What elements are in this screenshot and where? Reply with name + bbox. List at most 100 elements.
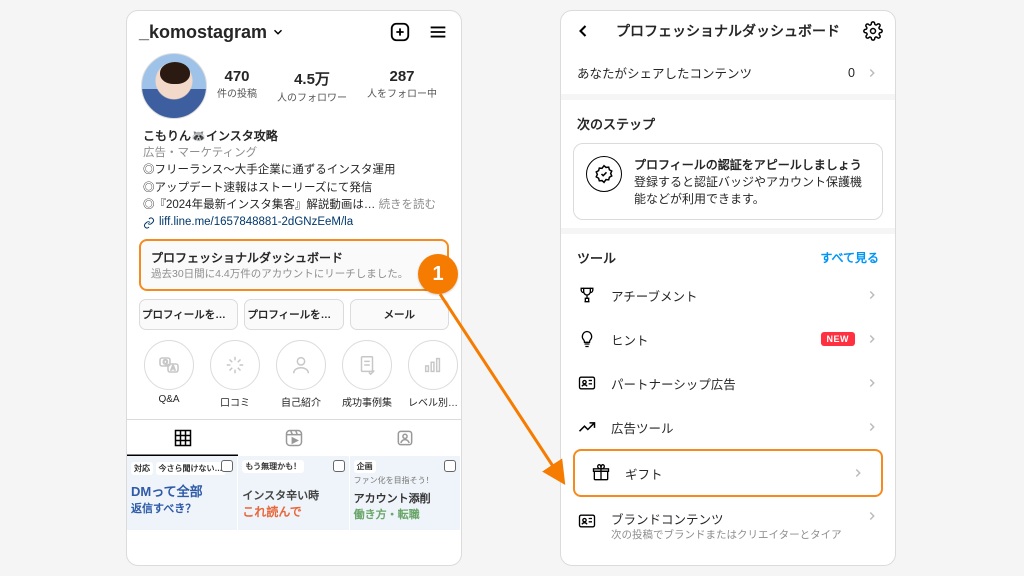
highlight-reviews[interactable]: 口コミ: [207, 340, 263, 409]
professional-dashboard-card[interactable]: プロフェッショナルダッシュボード 過去30日間に4.4万件のアカウントにリーチし…: [139, 239, 449, 291]
tools-label: ツール: [577, 248, 616, 267]
post-tag: もう無理かも！: [242, 460, 304, 473]
next-steps-header: 次のステップ: [561, 100, 895, 139]
share-profile-button[interactable]: プロフィールをシ…: [244, 299, 343, 330]
tool-adtools[interactable]: 広告ツール: [561, 405, 895, 449]
trophy-icon: [577, 285, 597, 305]
bio-link-text: liff.line.me/1657848881-2dGNzEeM/la: [159, 214, 353, 231]
highlight-success-label: 成功事例集: [342, 394, 392, 409]
back-icon[interactable]: [573, 21, 593, 41]
dashboard-screen: プロフェッショナルダッシュボード あなたがシェアしたコンテンツ 0 次のステップ…: [560, 10, 896, 566]
display-name: こもりん🦝インスタ攻略: [143, 127, 445, 145]
highlight-qa[interactable]: QA Q&A: [141, 340, 197, 409]
highlight-reviews-label: 口コミ: [220, 394, 250, 409]
chevron-right-icon: [865, 509, 879, 523]
step-badge-1-label: 1: [432, 263, 443, 286]
chevron-down-icon: [271, 25, 285, 39]
username-dropdown[interactable]: _komostagram: [139, 22, 285, 43]
person-card-icon: [577, 373, 597, 393]
svg-text:Q: Q: [163, 360, 168, 366]
edit-profile-button[interactable]: プロフィールを編集: [139, 299, 238, 330]
post-tag: 今さら聞けない…: [156, 462, 226, 475]
gear-icon[interactable]: [863, 21, 883, 41]
stat-posts[interactable]: 470 件の投稿: [217, 68, 257, 104]
post-thumb-2[interactable]: 企画 ファン化を目指そう！ アカウント添削 働き方・転職: [350, 456, 461, 530]
chevron-right-icon: [865, 332, 879, 346]
stat-followers-value: 4.5万: [277, 68, 347, 89]
bars-icon: [422, 354, 444, 376]
tab-grid[interactable]: [127, 420, 238, 456]
bio-block: こもりん🦝インスタ攻略 広告・マーケティング ◎フリーランス〜大手企業に通ずるイ…: [127, 123, 461, 233]
mail-button[interactable]: メール: [350, 299, 449, 330]
story-highlights: QA Q&A 口コミ 自己紹介 成功事例集 レベル別…: [127, 330, 461, 413]
stat-posts-value: 470: [217, 68, 257, 85]
post-text: これ読んで: [242, 503, 344, 520]
shared-content-value: 0: [848, 66, 855, 80]
card-title: プロフィールの認証をアピールしましょう: [634, 156, 870, 173]
multi-icon: [333, 460, 345, 472]
link-icon: [143, 217, 155, 229]
tab-tagged[interactable]: [350, 420, 461, 456]
shared-content-row[interactable]: あなたがシェアしたコンテンツ 0: [561, 51, 895, 94]
highlight-intro[interactable]: 自己紹介: [273, 340, 329, 409]
post-text: 返信すべき？: [131, 500, 233, 516]
card-subtitle: 登録すると認証バッジやアカウント保護機能などが利用できます。: [634, 173, 870, 207]
stat-following[interactable]: 287 人をフォロー中: [367, 68, 437, 104]
grid-icon: [173, 428, 193, 448]
lightbulb-icon: [577, 329, 597, 349]
category: 広告・マーケティング: [143, 145, 445, 162]
verify-profile-card[interactable]: プロフィールの認証をアピールしましょう 登録すると認証バッジやアカウント保護機能…: [573, 143, 883, 220]
tool-gift-highlight: ギフト: [573, 449, 883, 497]
tool-hint-label: ヒント: [611, 330, 649, 349]
multi-icon: [221, 460, 233, 472]
feed-tabs: [127, 419, 461, 456]
hamburger-menu-icon[interactable]: [427, 21, 449, 43]
post-thumb-1[interactable]: もう無理かも！ インスタ辛い時 これ読んで: [238, 456, 349, 530]
bio-link[interactable]: liff.line.me/1657848881-2dGNzEeM/la: [143, 214, 445, 231]
tool-partnership[interactable]: パートナーシップ広告: [561, 361, 895, 405]
person-card-icon: [577, 511, 597, 531]
post-text: アカウント添削: [354, 490, 456, 506]
stat-posts-label: 件の投稿: [217, 85, 257, 100]
create-post-icon[interactable]: [389, 21, 411, 43]
chevron-right-icon: [865, 420, 879, 434]
tool-brand-content[interactable]: ブランドコンテンツ 次の投稿でブランドまたはクリエイターとタイア: [561, 497, 895, 555]
tab-reels[interactable]: [238, 420, 349, 456]
avatar[interactable]: [141, 53, 207, 119]
bio-line3: ◎『2024年最新インスタ集客』解説動画は…: [143, 199, 375, 211]
tagged-icon: [395, 428, 415, 448]
tool-hint[interactable]: ヒント NEW: [561, 317, 895, 361]
profile-screen: _komostagram 470 件の投稿: [126, 10, 462, 566]
post-thumb-0[interactable]: 対応 今さら聞けない… DMって全部 返信すべき？: [127, 456, 238, 530]
document-icon: [356, 354, 378, 376]
dashboard-title: プロフェッショナルダッシュボード: [151, 249, 437, 266]
highlight-level[interactable]: レベル別…: [405, 340, 461, 409]
chevron-right-icon: [865, 376, 879, 390]
highlight-qa-label: Q&A: [158, 394, 179, 405]
highlight-level-label: レベル別…: [408, 394, 458, 409]
post-text: インスタ辛い時: [242, 487, 344, 503]
dashboard-title: プロフェッショナルダッシュボード: [593, 21, 863, 41]
dashboard-header: プロフェッショナルダッシュボード: [561, 11, 895, 51]
tool-partnership-label: パートナーシップ広告: [611, 374, 736, 393]
gift-icon: [591, 463, 611, 483]
stat-following-value: 287: [367, 68, 437, 85]
tool-achievement[interactable]: アチーブメント: [561, 273, 895, 317]
shared-content-label: あなたがシェアしたコンテンツ: [577, 63, 752, 82]
tool-adtools-label: 広告ツール: [611, 418, 674, 437]
read-more-link[interactable]: 続きを読む: [379, 199, 437, 211]
multi-icon: [444, 460, 456, 472]
chevron-right-icon: [865, 288, 879, 302]
see-all-link[interactable]: すべて見る: [820, 249, 879, 266]
trend-icon: [577, 417, 597, 437]
post-text: ファン化を目指そう！: [354, 475, 456, 486]
posts-grid: 対応 今さら聞けない… DMって全部 返信すべき？ もう無理かも！ インスタ辛い…: [127, 456, 461, 530]
tool-gift[interactable]: ギフト: [575, 451, 881, 495]
stat-following-label: 人をフォロー中: [367, 85, 437, 100]
highlight-success[interactable]: 成功事例集: [339, 340, 395, 409]
stat-followers[interactable]: 4.5万 人のフォロワー: [277, 68, 347, 104]
tool-gift-label: ギフト: [625, 464, 663, 483]
tool-brand-sub: 次の投稿でブランドまたはクリエイターとタイア: [611, 528, 842, 543]
post-tag: 対応: [131, 462, 153, 475]
username-text: _komostagram: [139, 22, 267, 43]
